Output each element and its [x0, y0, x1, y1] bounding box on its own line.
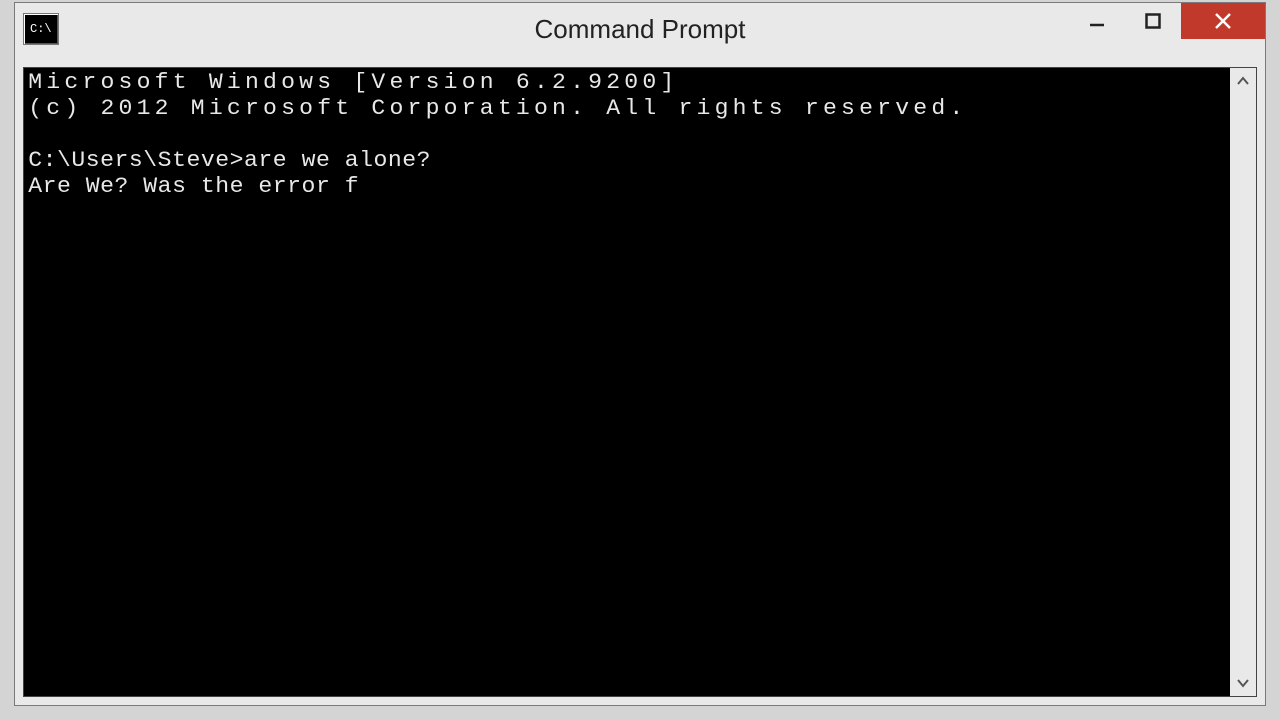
console-prompt: C:\Users\Steve> [28, 148, 244, 173]
console-line: Are We? Was the error f [28, 174, 359, 199]
window-controls [1069, 3, 1265, 39]
console-line: Microsoft Windows [Version 6.2.9200] [28, 70, 678, 95]
maximize-button[interactable] [1125, 3, 1181, 39]
titlebar[interactable]: Command Prompt [15, 3, 1265, 55]
console-line: (c) 2012 Microsoft Corporation. All righ… [28, 96, 967, 121]
close-button[interactable] [1181, 3, 1265, 39]
minimize-button[interactable] [1069, 3, 1125, 39]
close-icon [1213, 11, 1233, 31]
client-area: Microsoft Windows [Version 6.2.9200] (c)… [23, 67, 1257, 697]
maximize-icon [1145, 13, 1161, 29]
console-output[interactable]: Microsoft Windows [Version 6.2.9200] (c)… [24, 68, 1280, 696]
console-command: are we alone? [244, 148, 431, 173]
minimize-icon [1088, 12, 1106, 30]
window-title: Command Prompt [535, 14, 746, 45]
command-prompt-window: Command Prompt Microsoft Windows [Versio… [14, 2, 1266, 706]
cmd-icon [23, 13, 59, 45]
